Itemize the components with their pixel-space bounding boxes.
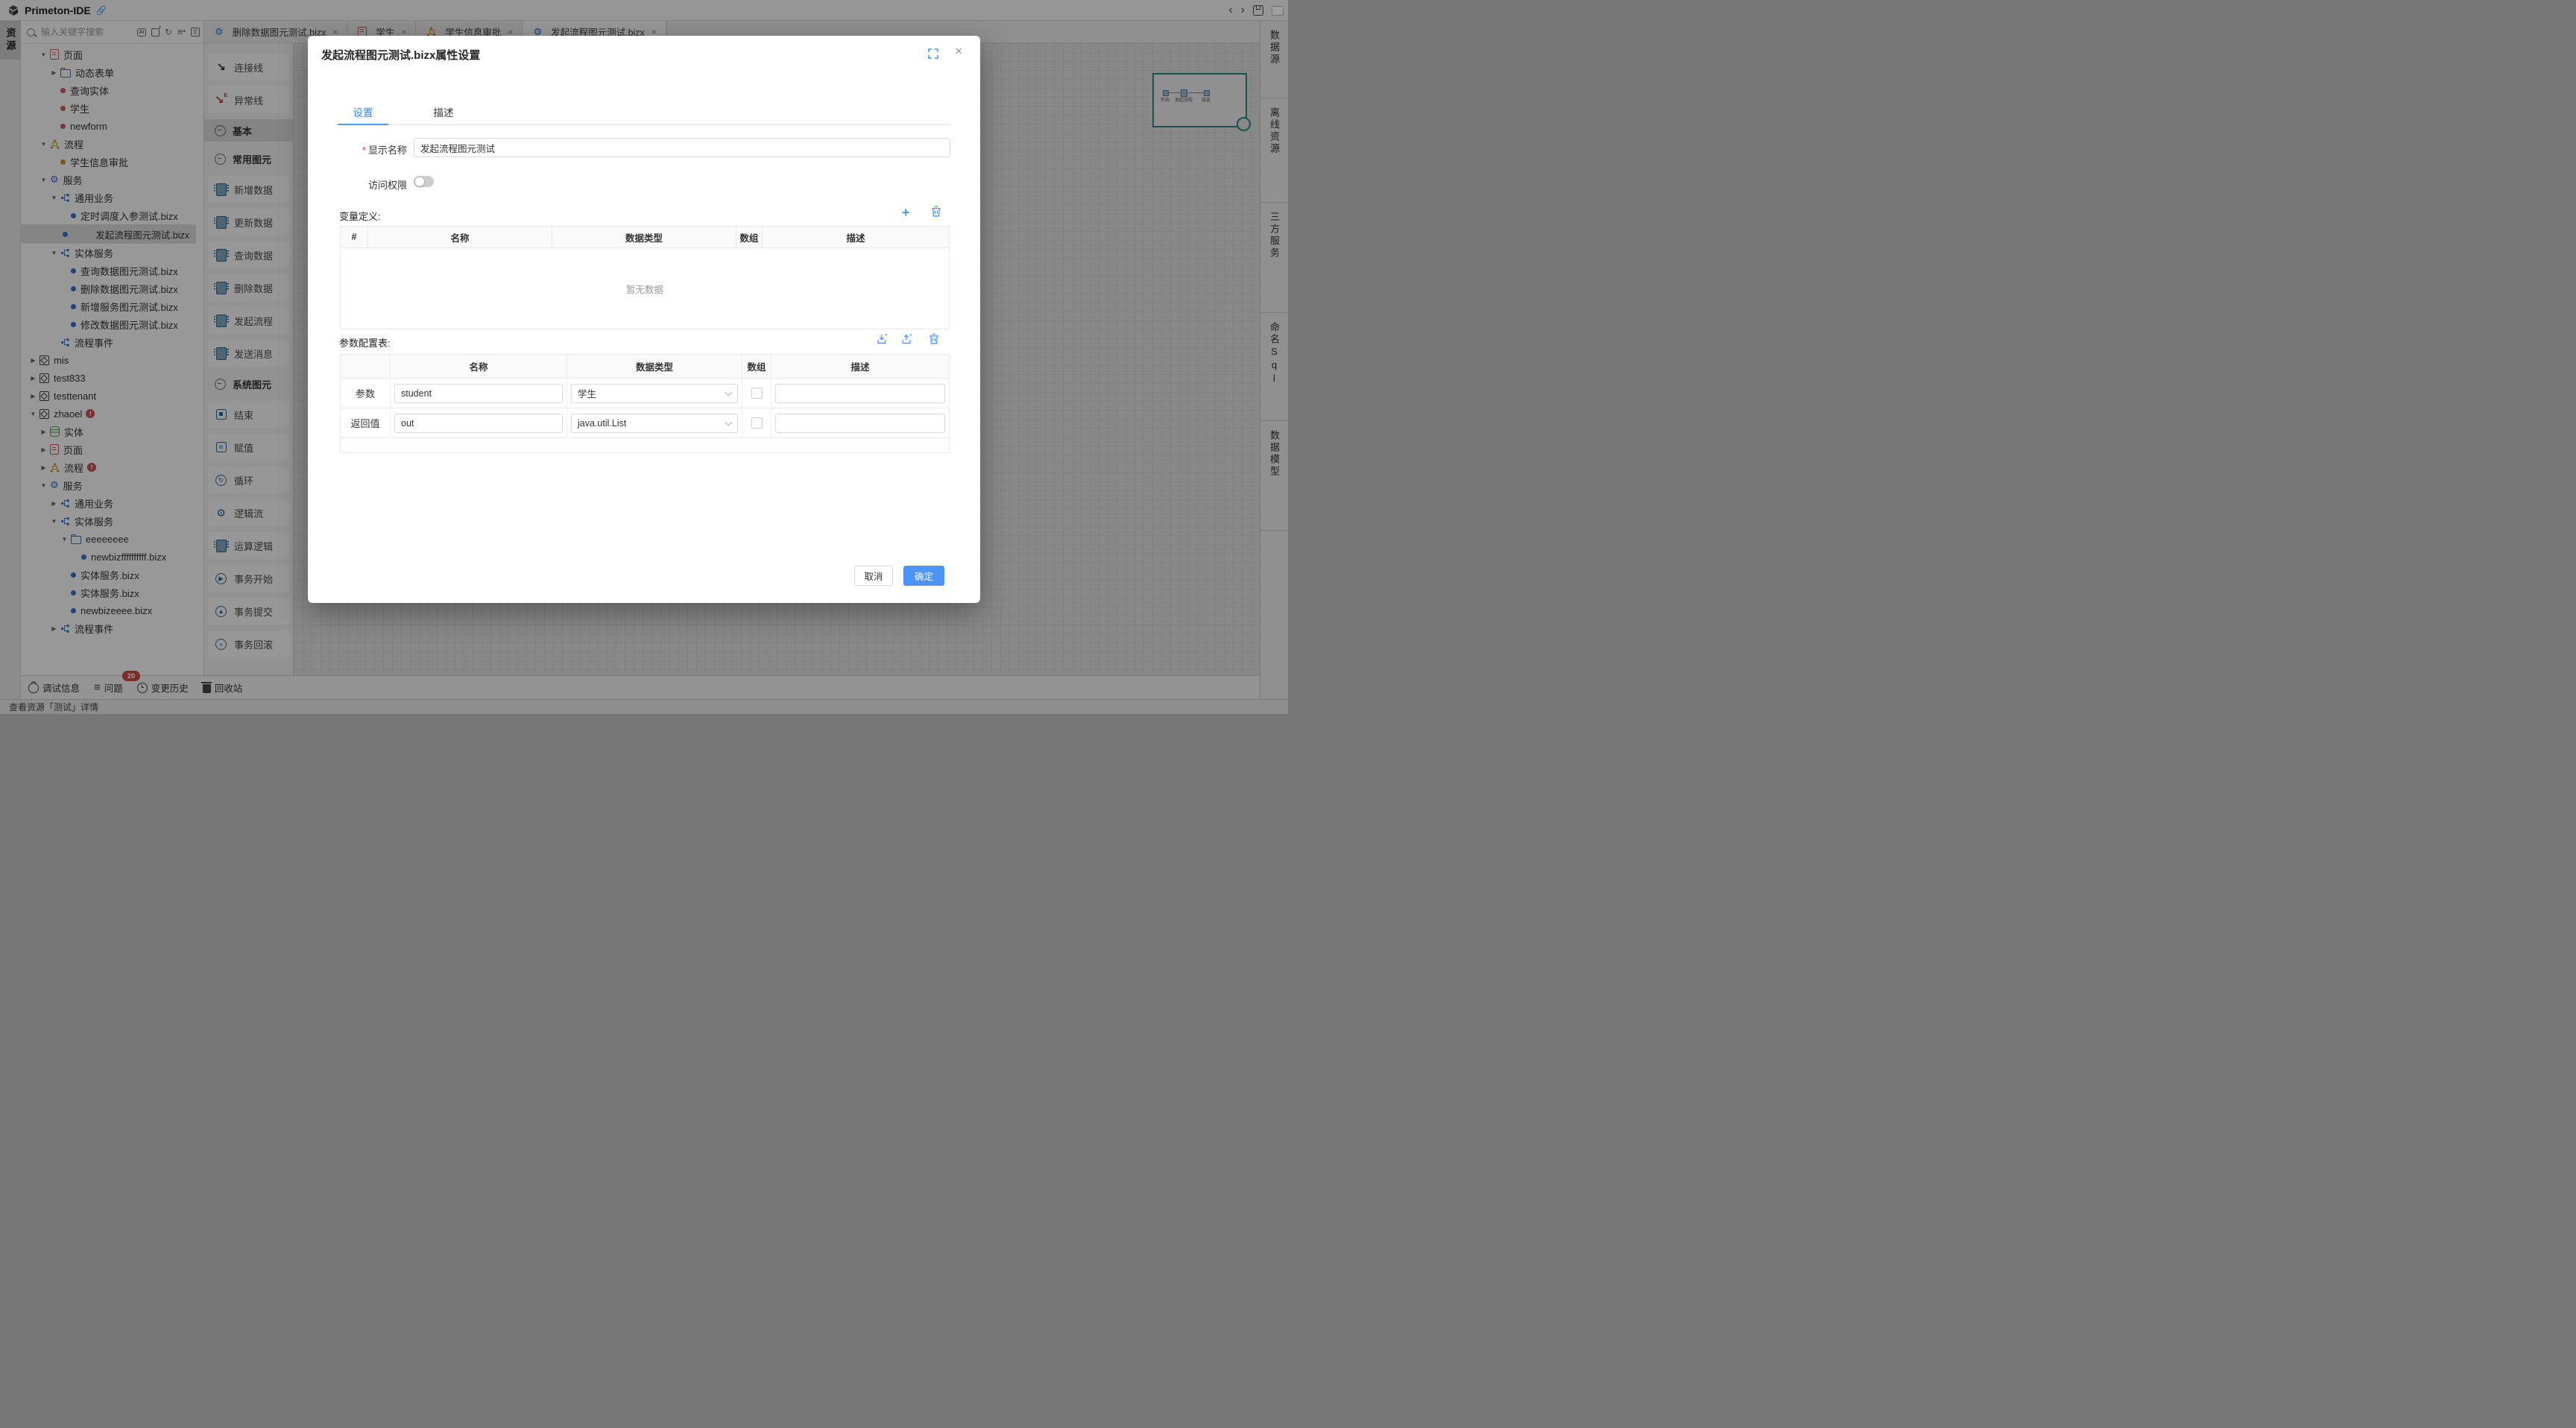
param-array-checkbox[interactable] <box>751 417 763 429</box>
primeton-ide-screen: Primeton-IDE ‹ › 资源 AI 文 页面 <box>0 0 1288 714</box>
import-params-icon[interactable] <box>877 333 888 345</box>
column-header: 描述 <box>763 227 949 247</box>
delete-variable-icon[interactable] <box>931 206 941 217</box>
display-name-input[interactable] <box>414 138 950 157</box>
param-description-input[interactable] <box>775 384 945 403</box>
properties-dialog: 发起流程图元测试.bizx属性设置 设置 描述 *显示名称 访问权限 变量定义:… <box>308 36 980 603</box>
empty-state: 暂无数据 <box>341 247 949 329</box>
column-header: 数组 <box>736 227 763 247</box>
variables-section-label: 变量定义: <box>339 209 381 223</box>
delete-params-icon[interactable] <box>929 333 939 344</box>
param-name-input[interactable] <box>394 384 563 403</box>
dialog-tab-description[interactable]: 描述 <box>418 104 469 119</box>
column-header: 数组 <box>742 355 771 378</box>
row-label: 返回值 <box>350 416 379 430</box>
chevron-down-icon <box>725 418 733 426</box>
row-label: 参数 <box>356 386 375 400</box>
column-header: 名称 <box>368 227 552 247</box>
column-header: 数据类型 <box>552 227 736 247</box>
param-name-input[interactable] <box>394 414 563 433</box>
dialog-tab-settings[interactable]: 设置 <box>338 104 388 119</box>
column-header: 名称 <box>391 355 567 378</box>
required-asterisk: * <box>362 145 366 156</box>
column-header: # <box>341 227 368 247</box>
param-datatype-select[interactable]: java.util.List <box>571 414 738 433</box>
cancel-button[interactable]: 取消 <box>854 566 893 586</box>
export-params-icon[interactable] <box>901 333 912 345</box>
column-header: 数据类型 <box>567 355 742 378</box>
param-datatype-select[interactable]: 学生 <box>571 384 738 403</box>
access-label: 访问权限 <box>308 177 407 192</box>
dialog-title: 发起流程图元测试.bizx属性设置 <box>321 47 480 63</box>
params-table: 名称 数据类型 数组 描述 参数 学生 返回值 java.util.List <box>340 354 950 453</box>
chevron-down-icon <box>725 388 733 396</box>
add-variable-icon[interactable] <box>902 206 910 219</box>
close-icon[interactable] <box>955 45 962 57</box>
access-toggle[interactable] <box>414 176 434 187</box>
param-row: 返回值 java.util.List <box>341 408 949 437</box>
fullscreen-icon[interactable] <box>928 48 938 59</box>
variables-table: # 名称 数据类型 数组 描述 暂无数据 <box>340 226 950 329</box>
display-name-label: *显示名称 <box>308 142 407 157</box>
params-section-label: 参数配置表: <box>339 335 391 350</box>
ok-button[interactable]: 确定 <box>903 566 944 586</box>
param-array-checkbox[interactable] <box>751 388 763 399</box>
param-row: 参数 学生 <box>341 378 949 408</box>
param-description-input[interactable] <box>775 414 945 433</box>
tab-underline <box>338 124 950 125</box>
column-header: 描述 <box>771 355 949 378</box>
